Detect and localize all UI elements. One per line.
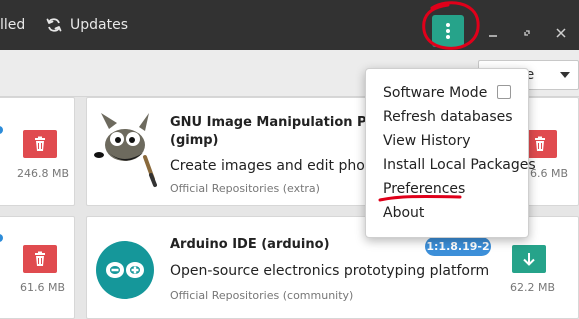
package-description: Open-source electronics prototyping plat… — [170, 263, 490, 279]
trash-icon — [535, 136, 545, 151]
package-description: Create images and edit photogr — [170, 158, 394, 174]
package-title: GNU Image Manipulation Pro — [170, 115, 382, 130]
close-button[interactable] — [556, 23, 566, 38]
install-button[interactable] — [512, 245, 546, 273]
tab-updates-label: Updates — [70, 17, 128, 33]
tab-updates[interactable]: Updates — [46, 15, 128, 35]
remove-button[interactable] — [23, 130, 57, 158]
main-menu-button[interactable] — [432, 15, 464, 47]
arduino-icon — [95, 240, 155, 304]
header-bar: lled Updates — [0, 0, 579, 50]
package-size: 246.8 MB — [17, 167, 70, 180]
close-icon — [556, 28, 566, 38]
remove-button[interactable] — [23, 245, 57, 273]
minimize-icon — [489, 35, 497, 37]
menu-item-refresh-databases[interactable]: Refresh databases — [383, 107, 513, 127]
gimp-icon — [93, 109, 157, 193]
version-badge: 1:1.8.19-2 — [425, 237, 491, 256]
menu-item-about[interactable]: About — [383, 203, 424, 223]
package-title-line2: (gimp) — [170, 133, 219, 148]
trash-icon — [35, 136, 45, 151]
tab-installed-label: lled — [0, 17, 26, 33]
menu-item-install-local-packages[interactable]: Install Local Packages — [383, 155, 536, 175]
minimize-button[interactable] — [488, 23, 498, 37]
maximize-button[interactable] — [522, 23, 532, 36]
tab-installed[interactable]: lled — [0, 15, 25, 35]
package-repository: Official Repositories (community) — [170, 289, 354, 302]
menu-item-software-mode[interactable]: Software Mode — [383, 83, 487, 103]
download-icon — [523, 253, 535, 266]
main-menu-popover: Software Mode Refresh databases View His… — [365, 68, 536, 238]
menu-item-view-history[interactable]: View History — [383, 131, 470, 151]
software-mode-checkbox[interactable] — [497, 85, 511, 99]
maximize-icon — [524, 30, 530, 36]
trash-icon — [35, 251, 45, 266]
package-repository: Official Repositories (extra) — [170, 182, 320, 195]
menu-item-preferences[interactable]: Preferences — [383, 179, 465, 199]
package-size: 62.2 MB — [510, 281, 556, 294]
package-title: Arduino IDE (arduino) — [170, 237, 330, 252]
chevron-down-icon — [560, 72, 570, 78]
package-size: 61.6 MB — [20, 281, 66, 294]
refresh-icon — [46, 17, 62, 33]
